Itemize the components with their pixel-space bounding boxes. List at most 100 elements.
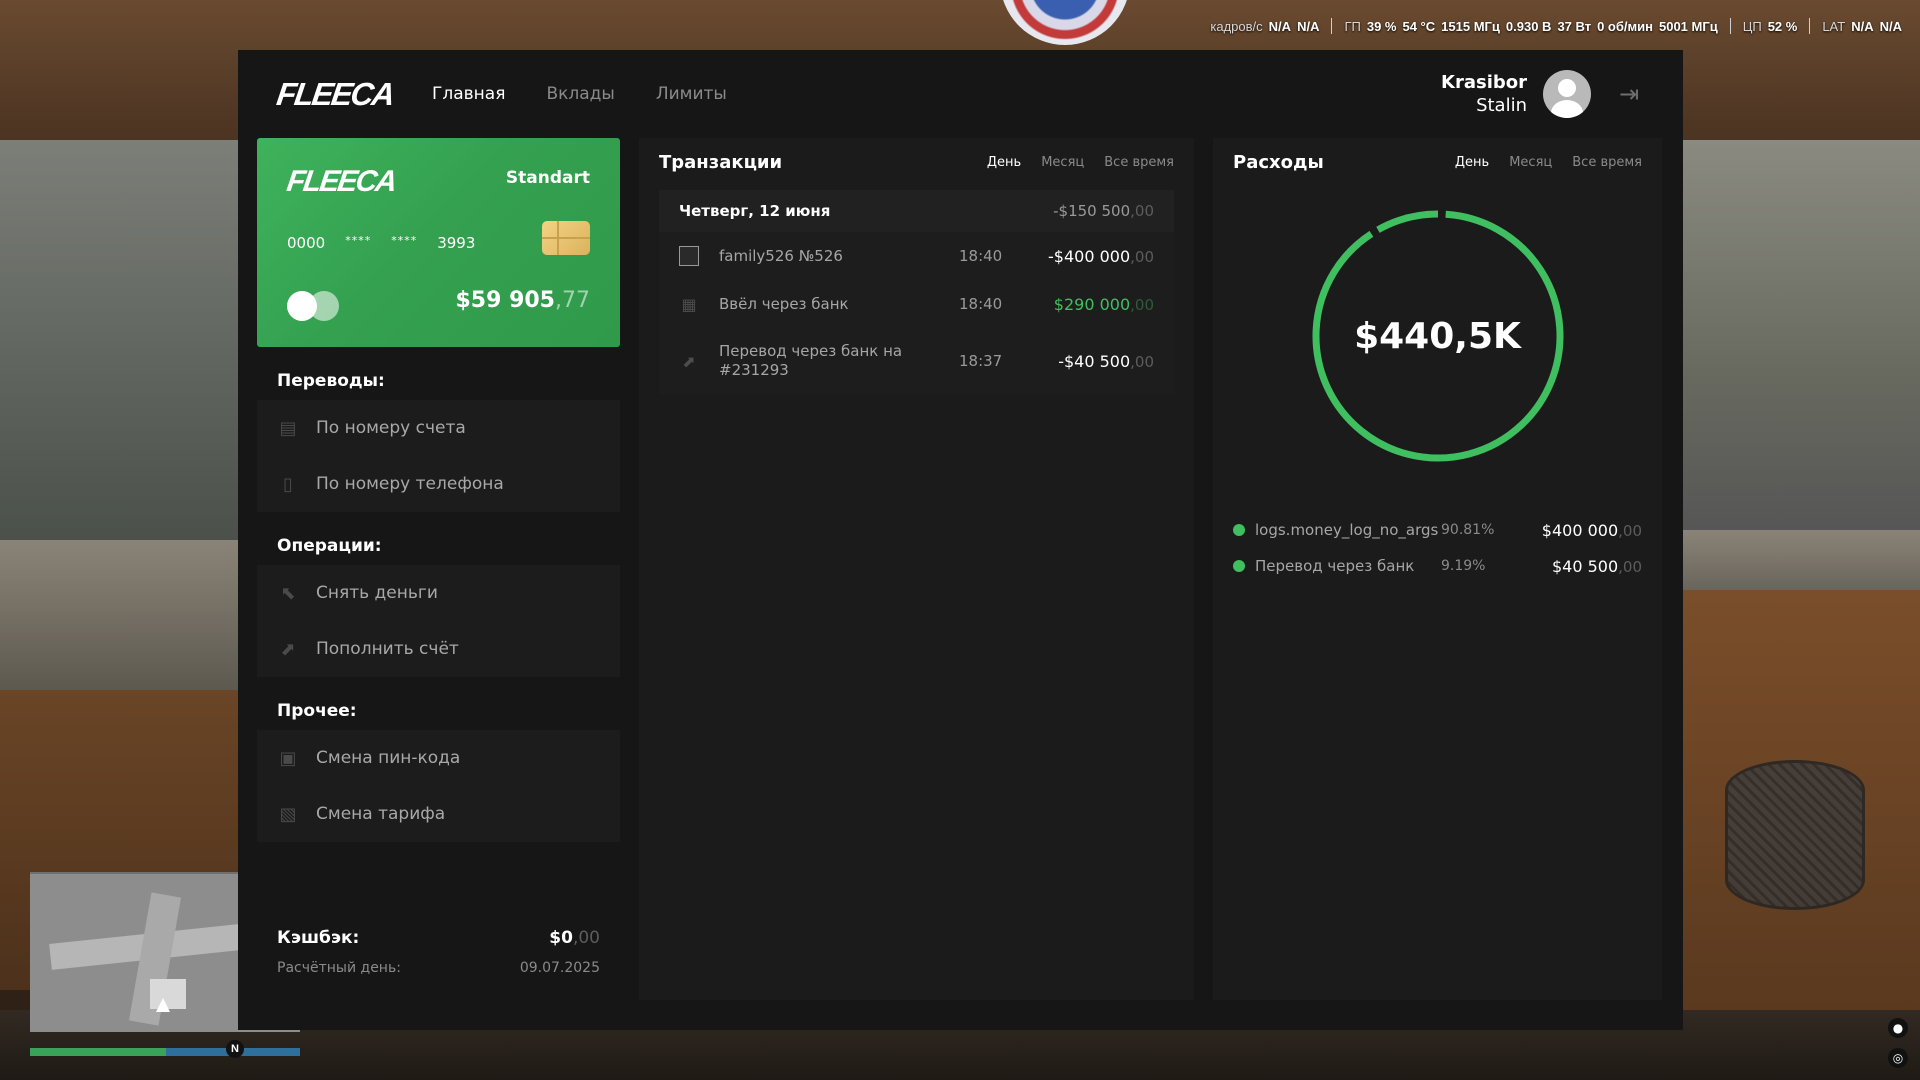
filter-month[interactable]: Месяц — [1041, 155, 1084, 170]
user-first-name: Krasibor — [1441, 72, 1527, 93]
voice-range-icon: ◎ — [1888, 1048, 1908, 1068]
counter-right — [1683, 530, 1920, 590]
other-title: Прочее: — [277, 701, 357, 721]
cashback-value-cents: ,00 — [572, 928, 600, 948]
card-balance: $59 905,77 — [455, 288, 590, 313]
legend-percent: 9.19% — [1441, 558, 1486, 574]
hud-divider — [1809, 18, 1811, 34]
expenses-panel: Расходы День Месяц Все время $440,5K log… — [1213, 138, 1662, 1000]
transactions-header: Транзакции День Месяц Все время — [659, 150, 1174, 174]
expenses-header: Расходы День Месяц Все время — [1233, 150, 1642, 174]
card-brand-icon — [287, 291, 343, 321]
transactions-date: Четверг, 12 июня — [679, 202, 831, 220]
menu-item-label: Пополнить счёт — [316, 639, 459, 659]
left-column: FLEECA Standart 0000 **** **** 3993 $59 … — [257, 138, 620, 1000]
gpu-load: 39 % — [1366, 18, 1397, 34]
card-number-group: **** — [345, 234, 372, 247]
lat-value: N/A — [1851, 18, 1874, 34]
user-name: Krasibor Stalin — [1441, 71, 1527, 117]
transactions-day-total-main: -$150 500 — [1053, 202, 1131, 220]
card-number-group: 0000 — [287, 234, 326, 252]
transaction-amount-cents: ,00 — [1130, 295, 1154, 314]
transaction-time: 18:37 — [959, 352, 1003, 370]
menu-item-label: По номеру счета — [316, 418, 466, 438]
transaction-amount-cents: ,00 — [1130, 352, 1154, 371]
logout-icon[interactable]: ⇥ — [1619, 80, 1645, 108]
legend-amount-main: $40 500 — [1551, 556, 1619, 576]
transaction-amount-cents: ,00 — [1130, 247, 1154, 266]
transfers-title: Переводы: — [277, 371, 385, 391]
filter-day[interactable]: День — [987, 155, 1021, 170]
card-number: 0000 **** **** 3993 — [287, 234, 475, 252]
transaction-amount: $290 000,00 — [1054, 295, 1154, 314]
transaction-time: 18:40 — [959, 247, 1003, 265]
transactions-day-total-cents: ,00 — [1130, 202, 1154, 220]
nav-tab-limits[interactable]: Лимиты — [656, 84, 727, 104]
filter-all-time[interactable]: Все время — [1104, 155, 1174, 170]
cashback-block: Кэшбэк: $0,00 Расчётный день: 09.07.2025 — [257, 928, 620, 1000]
document-icon: ▧ — [279, 803, 297, 825]
cpu-load: 52 % — [1767, 18, 1798, 34]
transaction-row[interactable]: ⬈ Перевод через банк на #231293 18:37 -$… — [659, 328, 1174, 394]
main-content: FLEECA Standart 0000 **** **** 3993 $59 … — [238, 138, 1683, 1000]
transaction-row[interactable]: family526 №526 18:40 -$400 000,00 — [659, 232, 1174, 280]
image-icon — [679, 246, 699, 266]
legend-item: logs.money_log_no_args 90.81% $400 000,0… — [1233, 512, 1642, 548]
legend-amount: $40 500,00 — [1552, 557, 1642, 576]
transactions-date-header: Четверг, 12 июня -$150 500,00 — [659, 190, 1174, 232]
filter-all-time[interactable]: Все время — [1572, 155, 1642, 170]
hud-divider — [1729, 18, 1731, 34]
gpu-clock: 1515 МГц — [1441, 18, 1500, 34]
expenses-title: Расходы — [1233, 151, 1324, 173]
arrow-down-left-icon: ⬉ — [280, 582, 296, 604]
menu-withdraw[interactable]: ⬉ Снять деньги — [257, 565, 620, 621]
menu-change-pin[interactable]: ▣ Смена пин-кода — [257, 730, 620, 786]
trash-bin — [1725, 760, 1865, 910]
performance-overlay: кадров/с N/A N/A ГП 39 % 54 °C 1515 МГц … — [1210, 18, 1902, 34]
menu-transfer-by-account[interactable]: ▤ По номеру счета — [257, 400, 620, 456]
gpu-label: ГП — [1344, 18, 1361, 34]
transaction-time: 18:40 — [959, 295, 1003, 313]
fps-value: N/A — [1268, 18, 1292, 34]
teller-window-right — [1683, 140, 1920, 540]
legend-name: Перевод через банк — [1255, 557, 1415, 575]
microphone-icon: ● — [1888, 1018, 1908, 1038]
teller-window-left — [0, 140, 238, 550]
menu-deposit[interactable]: ⬈ Пополнить счёт — [257, 621, 620, 677]
avatar[interactable] — [1543, 70, 1591, 118]
cashback-row: Кэшбэк: $0,00 — [277, 928, 600, 948]
menu-item-label: По номеру телефона — [316, 474, 504, 494]
chip-icon — [542, 221, 590, 255]
legend-percent: 90.81% — [1441, 522, 1495, 538]
bank-app-window: FLEECA Главная Вклады Лимиты Krasibor St… — [238, 50, 1683, 1030]
transaction-name: Перевод через банк на #231293 — [719, 342, 903, 379]
nav-tab-home[interactable]: Главная — [432, 84, 505, 104]
cashback-value-main: $0 — [549, 928, 573, 948]
gpu-power: 37 Вт — [1557, 18, 1592, 34]
transaction-row[interactable]: ▦ Ввёл через банк 18:40 $290 000,00 — [659, 280, 1174, 328]
operations-title: Операции: — [277, 536, 382, 556]
transaction-amount: -$400 000,00 — [1048, 247, 1154, 266]
arrow-up-left-icon: ⬈ — [682, 351, 696, 371]
lock-icon: ▣ — [279, 747, 297, 769]
hud-divider — [1331, 18, 1333, 34]
filter-month[interactable]: Месяц — [1509, 155, 1552, 170]
menu-transfer-by-phone[interactable]: ▯ По номеру телефона — [257, 456, 620, 512]
fleeca-logo: FLEECA — [274, 75, 396, 112]
expenses-filters: День Месяц Все время — [1455, 155, 1642, 170]
transaction-name: family526 №526 — [719, 246, 843, 265]
fps-value-2: N/A — [1297, 18, 1320, 34]
card-balance-cents: ,77 — [555, 288, 590, 313]
health-bar — [30, 1048, 166, 1056]
card-logo: FLEECA — [284, 165, 398, 198]
phone-icon: ▯ — [283, 473, 293, 495]
card-tier: Standart — [505, 168, 590, 188]
gpu-temp: 54 °C — [1402, 18, 1436, 34]
menu-change-tariff[interactable]: ▧ Смена тарифа — [257, 786, 620, 842]
filter-day[interactable]: День — [1455, 155, 1489, 170]
legend-amount: $400 000,00 — [1542, 521, 1642, 540]
legend-item: Перевод через банк 9.19% $40 500,00 — [1233, 548, 1642, 584]
transaction-amount: -$40 500,00 — [1058, 352, 1154, 371]
nav-tab-deposits[interactable]: Вклады — [546, 84, 614, 104]
expenses-legend: logs.money_log_no_args 90.81% $400 000,0… — [1233, 512, 1642, 584]
